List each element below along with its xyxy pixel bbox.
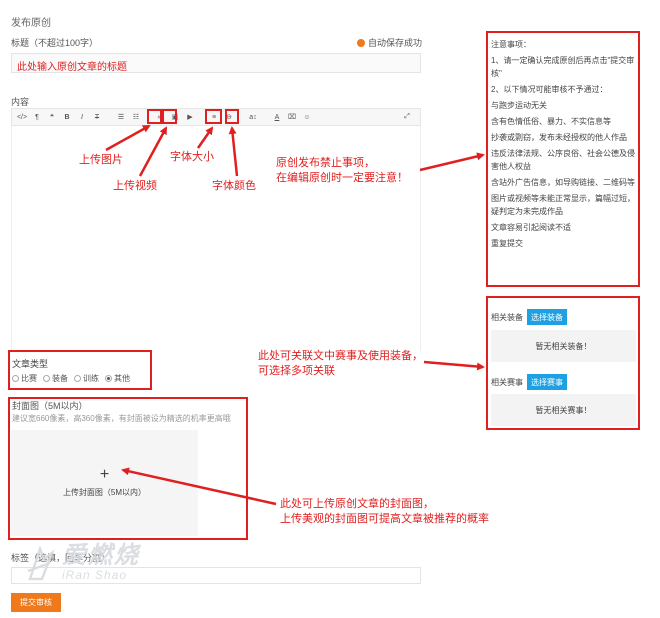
arrow-notice: [419, 152, 485, 172]
arrow-upload-image: [105, 124, 151, 152]
arrow-font-size: [196, 126, 214, 149]
arrow-related: [423, 360, 485, 371]
arrow-cover: [121, 467, 277, 506]
annotation-arrows: [105, 124, 485, 506]
arrow-font-color: [228, 126, 239, 177]
arrow-upload-video: [138, 126, 168, 177]
